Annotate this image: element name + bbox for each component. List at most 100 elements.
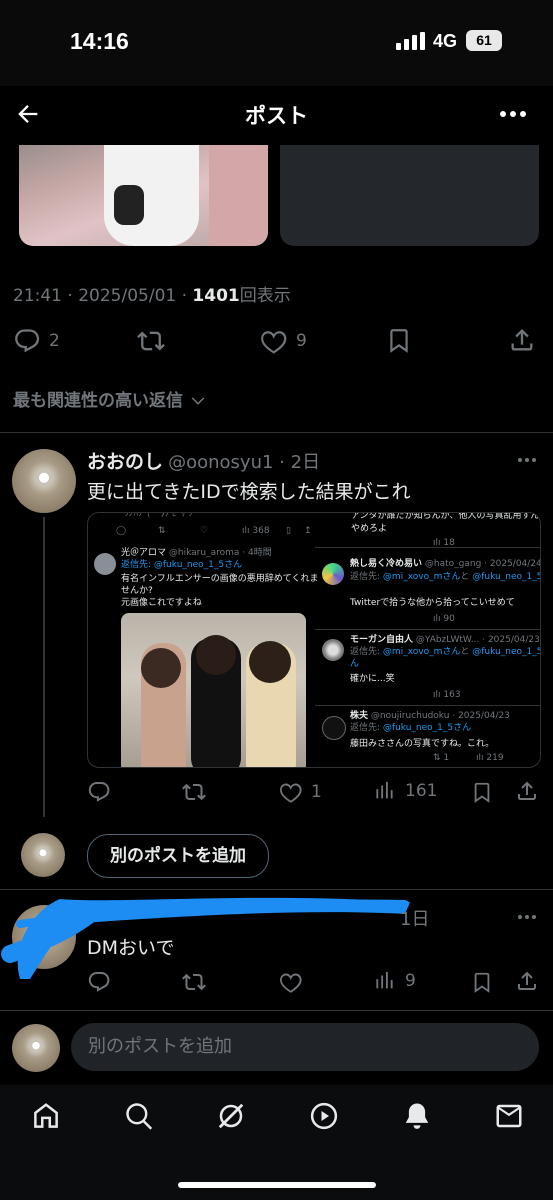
thread-line	[43, 517, 45, 817]
reply-count: 2	[49, 331, 60, 351]
bookmark-button[interactable]	[471, 780, 493, 804]
reply-input[interactable]: 別のポストを追加	[71, 1023, 539, 1071]
views-action[interactable]: 161	[375, 780, 437, 802]
views-action[interactable]: 9	[375, 970, 416, 992]
messages-icon	[496, 1104, 522, 1128]
like-count: 9	[296, 331, 307, 351]
divider	[0, 432, 553, 433]
reply-action[interactable]	[87, 970, 111, 994]
nav-notifications[interactable]	[402, 1101, 432, 1131]
share-icon	[511, 329, 533, 351]
avatar[interactable]	[21, 833, 65, 877]
view-count: 161	[405, 781, 438, 801]
notifications-icon	[405, 1103, 429, 1129]
avatar	[12, 1024, 60, 1072]
heart-icon	[280, 973, 302, 993]
reply1-age: 2日	[290, 452, 321, 473]
avatar[interactable]	[12, 449, 76, 513]
replies-sort-label[interactable]: 最も関連性の高い返信	[13, 386, 207, 411]
page-title: ポスト	[245, 104, 308, 128]
repost-action[interactable]	[181, 780, 207, 804]
reply-icon	[88, 782, 110, 802]
redaction-scribble	[0, 884, 440, 994]
signal-icon	[396, 32, 426, 50]
reply-action[interactable]: 2	[13, 327, 60, 355]
add-post-button[interactable]: 別のポストを追加	[87, 834, 269, 878]
heart-icon	[261, 331, 287, 354]
bookmark-icon	[474, 782, 490, 803]
embedded-photo	[121, 613, 306, 767]
more-icon	[500, 111, 526, 117]
reply1-media-screenshot[interactable]: ｰﾂﾉﾊﾂﾞ(ﾟ ﾟ)ｸ ﾋﾞﾘ ﾂﾞ ◯ ⇅ ♡ ılı 368 ▯ ↥ アン…	[87, 512, 541, 768]
views-icon	[376, 781, 393, 799]
share-button[interactable]	[515, 969, 539, 993]
reply1-text: 更に出てきたIDで検索した結果がこれ	[87, 481, 411, 503]
bookmark-button[interactable]	[386, 326, 412, 354]
embedded-right-post-text: 藤田みささんの写真ですね。これ。	[350, 739, 495, 749]
repost-icon	[182, 973, 206, 991]
more-icon	[518, 915, 536, 919]
embedded-fragment: ｰﾂﾉﾊﾂﾞ(ﾟ ﾟ)ｸ ﾋﾞﾘ ﾂﾞ	[120, 512, 198, 519]
reply2-text: DMおいで	[87, 937, 175, 959]
embedded-avatar	[322, 639, 344, 661]
embedded-right-post-text: Twitterで拾うな他から拾ってこいせめて	[350, 598, 515, 608]
nav-messages[interactable]	[494, 1101, 524, 1131]
like-action[interactable]: 9	[260, 327, 307, 355]
share-icon	[518, 971, 536, 990]
nav-home[interactable]	[31, 1101, 61, 1131]
view-count: 9	[405, 971, 416, 991]
embedded-views: 368	[252, 526, 270, 536]
share-icon	[518, 781, 536, 800]
embedded-right-post-text: 確かに...笑	[350, 674, 395, 684]
view-count: 1401	[192, 286, 240, 306]
repost-icon	[182, 783, 206, 801]
nav-video[interactable]	[309, 1101, 339, 1131]
embedded-left-line3: 元画像これですよね	[121, 598, 202, 608]
share-button[interactable]	[515, 779, 539, 803]
reply1-handle: @oonosyu1	[168, 452, 274, 473]
share-button[interactable]	[508, 326, 536, 354]
post-time: 21:41	[13, 286, 62, 306]
reply-icon	[15, 329, 40, 353]
search-icon	[126, 1103, 153, 1130]
battery-icon: 61	[466, 30, 502, 51]
more-icon	[518, 458, 536, 462]
chevron-down-icon	[191, 397, 205, 405]
post-meta: 21:41 · 2025/05/01 · 1401回表示	[13, 286, 291, 306]
reply-icon	[88, 972, 110, 992]
view-label: 回表示	[239, 286, 291, 306]
home-indicator	[178, 1182, 376, 1188]
embedded-avatar	[94, 553, 116, 575]
video-icon	[310, 1102, 338, 1130]
repost-action[interactable]	[136, 327, 166, 355]
grok-icon	[218, 1103, 244, 1129]
reply1-name: おおのし	[87, 451, 164, 473]
embedded-right-line2: やめろよ	[351, 524, 388, 534]
nav-search[interactable]	[124, 1101, 154, 1131]
like-action[interactable]: 1	[279, 780, 322, 804]
like-action[interactable]	[279, 970, 303, 994]
reply-action[interactable]	[87, 780, 111, 804]
repost-action[interactable]	[181, 970, 207, 994]
post-media-image-2[interactable]	[280, 145, 539, 246]
reply1-header: おおのし @oonosyu1 · 2日	[87, 451, 321, 473]
reply2-more-button[interactable]	[517, 914, 537, 920]
heart-icon	[280, 783, 302, 803]
bookmark-icon	[474, 972, 490, 993]
home-icon	[34, 1103, 58, 1128]
status-time: 14:16	[70, 28, 129, 54]
bookmark-button[interactable]	[471, 970, 493, 994]
views-icon	[376, 971, 393, 989]
post-media-image-1[interactable]	[19, 145, 268, 246]
network-type: 4G	[433, 31, 458, 51]
divider	[0, 1010, 553, 1011]
like-count: 1	[311, 782, 322, 802]
nav-grok[interactable]	[216, 1101, 246, 1131]
post-date: 2025/05/01	[78, 286, 177, 306]
embedded-left-replyto: 返信先: @fuku_neo_1_5さん	[121, 560, 243, 570]
reply2-age: 1日	[400, 909, 430, 930]
embedded-avatar	[322, 563, 344, 585]
embedded-avatar	[322, 716, 346, 740]
more-options-button[interactable]	[499, 110, 527, 118]
reply1-more-button[interactable]	[517, 457, 537, 463]
